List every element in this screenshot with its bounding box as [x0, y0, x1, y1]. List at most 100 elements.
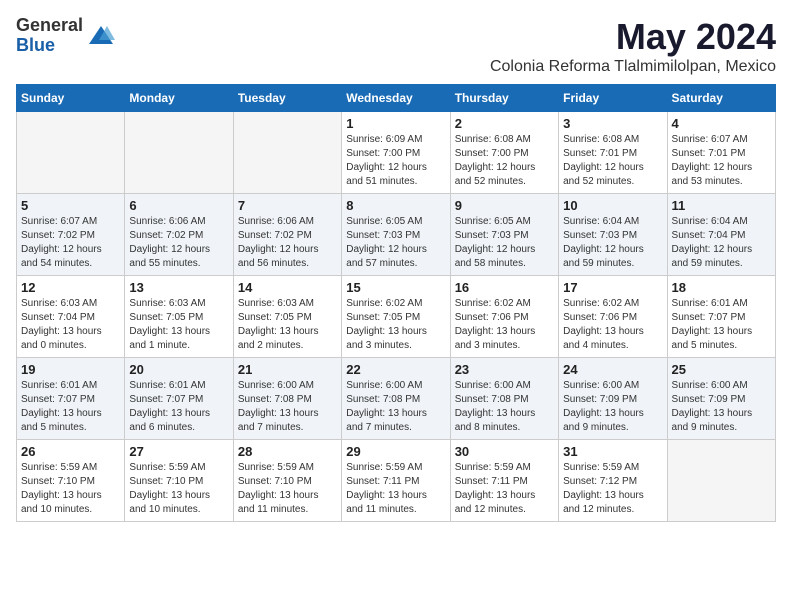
calendar-day-cell: 1Sunrise: 6:09 AM Sunset: 7:00 PM Daylig…: [342, 112, 450, 194]
day-number: 25: [672, 362, 771, 377]
calendar-week-row: 19 Sunrise: 6:01 AM Sunset: 7:07 PM Dayli…: [17, 358, 776, 440]
day-number: 18: [672, 280, 771, 295]
day-number: 14: [238, 280, 337, 295]
calendar-day-cell: 6 Sunrise: 6:06 AM Sunset: 7:02 PM Daylig…: [125, 194, 233, 276]
calendar-week-row: 1Sunrise: 6:09 AM Sunset: 7:00 PM Daylig…: [17, 112, 776, 194]
calendar-day-cell: 28 Sunrise: 5:59 AM Sunset: 7:10 PM Dayli…: [233, 440, 341, 522]
day-number: 23: [455, 362, 554, 377]
day-info: Sunrise: 5:59 AM Sunset: 7:10 PM Dayligh…: [129, 461, 228, 517]
calendar-day-cell: 30 Sunrise: 5:59 AM Sunset: 7:11 PM Dayli…: [450, 440, 558, 522]
calendar-day-cell: 5 Sunrise: 6:07 AM Sunset: 7:02 PM Daylig…: [17, 194, 125, 276]
day-number: 24: [563, 362, 662, 377]
calendar-day-cell: 19 Sunrise: 6:01 AM Sunset: 7:07 PM Dayli…: [17, 358, 125, 440]
day-info: Sunrise: 5:59 AM Sunset: 7:12 PM Dayligh…: [563, 461, 662, 517]
day-number: 9: [455, 198, 554, 213]
day-info: Sunrise: 6:00 AM Sunset: 7:09 PM Dayligh…: [672, 379, 771, 435]
day-number: 12: [21, 280, 120, 295]
day-info: Sunrise: 6:07 AM Sunset: 7:02 PM Dayligh…: [21, 215, 120, 271]
day-number: 19: [21, 362, 120, 377]
day-info: Sunrise: 6:01 AM Sunset: 7:07 PM Dayligh…: [672, 297, 771, 353]
calendar-day-cell: 7 Sunrise: 6:06 AM Sunset: 7:02 PM Daylig…: [233, 194, 341, 276]
title-block: May 2024 Colonia Reforma Tlalmimilolpan,…: [490, 16, 776, 76]
calendar-day-cell: 24 Sunrise: 6:00 AM Sunset: 7:09 PM Dayli…: [559, 358, 667, 440]
calendar-table: SundayMondayTuesdayWednesdayThursdayFrid…: [16, 84, 776, 522]
day-number: 3: [563, 116, 662, 131]
day-of-week-header: Monday: [125, 85, 233, 112]
calendar-day-cell: [125, 112, 233, 194]
day-number: 21: [238, 362, 337, 377]
day-info: Sunrise: 6:00 AM Sunset: 7:08 PM Dayligh…: [346, 379, 445, 435]
logo: General Blue: [16, 16, 115, 56]
day-of-week-header: Wednesday: [342, 85, 450, 112]
day-info: Sunrise: 6:04 AM Sunset: 7:03 PM Dayligh…: [563, 215, 662, 271]
calendar-day-cell: 17Sunrise: 6:02 AM Sunset: 7:06 PM Dayli…: [559, 276, 667, 358]
day-info: Sunrise: 6:08 AM Sunset: 7:00 PM Dayligh…: [455, 133, 554, 189]
day-number: 31: [563, 444, 662, 459]
day-info: Sunrise: 6:03 AM Sunset: 7:05 PM Dayligh…: [129, 297, 228, 353]
calendar-day-cell: 3 Sunrise: 6:08 AM Sunset: 7:01 PM Daylig…: [559, 112, 667, 194]
day-info: Sunrise: 6:06 AM Sunset: 7:02 PM Dayligh…: [129, 215, 228, 271]
calendar-day-cell: 13 Sunrise: 6:03 AM Sunset: 7:05 PM Dayli…: [125, 276, 233, 358]
calendar-day-cell: 10 Sunrise: 6:04 AM Sunset: 7:03 PM Dayli…: [559, 194, 667, 276]
day-of-week-header: Sunday: [17, 85, 125, 112]
day-info: Sunrise: 5:59 AM Sunset: 7:11 PM Dayligh…: [455, 461, 554, 517]
day-info: Sunrise: 6:05 AM Sunset: 7:03 PM Dayligh…: [455, 215, 554, 271]
calendar-day-cell: [17, 112, 125, 194]
day-number: 28: [238, 444, 337, 459]
day-number: 30: [455, 444, 554, 459]
day-info: Sunrise: 6:06 AM Sunset: 7:02 PM Dayligh…: [238, 215, 337, 271]
day-number: 2: [455, 116, 554, 131]
day-number: 26: [21, 444, 120, 459]
day-of-week-header: Thursday: [450, 85, 558, 112]
day-number: 7: [238, 198, 337, 213]
location-subtitle: Colonia Reforma Tlalmimilolpan, Mexico: [490, 58, 776, 76]
calendar-day-cell: 14Sunrise: 6:03 AM Sunset: 7:05 PM Dayli…: [233, 276, 341, 358]
day-info: Sunrise: 6:08 AM Sunset: 7:01 PM Dayligh…: [563, 133, 662, 189]
calendar-day-cell: 15Sunrise: 6:02 AM Sunset: 7:05 PM Dayli…: [342, 276, 450, 358]
month-year-title: May 2024: [490, 16, 776, 58]
day-number: 8: [346, 198, 445, 213]
logo-general-text: General: [16, 16, 83, 36]
day-number: 6: [129, 198, 228, 213]
day-info: Sunrise: 5:59 AM Sunset: 7:11 PM Dayligh…: [346, 461, 445, 517]
day-of-week-header: Friday: [559, 85, 667, 112]
day-info: Sunrise: 5:59 AM Sunset: 7:10 PM Dayligh…: [21, 461, 120, 517]
day-number: 10: [563, 198, 662, 213]
day-number: 16: [455, 280, 554, 295]
calendar-day-cell: 11Sunrise: 6:04 AM Sunset: 7:04 PM Dayli…: [667, 194, 775, 276]
calendar-day-cell: 23 Sunrise: 6:00 AM Sunset: 7:08 PM Dayli…: [450, 358, 558, 440]
day-number: 4: [672, 116, 771, 131]
day-info: Sunrise: 6:03 AM Sunset: 7:04 PM Dayligh…: [21, 297, 120, 353]
calendar-day-cell: [233, 112, 341, 194]
day-info: Sunrise: 6:01 AM Sunset: 7:07 PM Dayligh…: [21, 379, 120, 435]
page-header: General Blue May 2024 Colonia Reforma Tl…: [16, 16, 776, 76]
calendar-day-cell: 25 Sunrise: 6:00 AM Sunset: 7:09 PM Dayli…: [667, 358, 775, 440]
day-number: 22: [346, 362, 445, 377]
calendar-day-cell: 12 Sunrise: 6:03 AM Sunset: 7:04 PM Dayli…: [17, 276, 125, 358]
calendar-day-cell: 26 Sunrise: 5:59 AM Sunset: 7:10 PM Dayli…: [17, 440, 125, 522]
day-info: Sunrise: 6:00 AM Sunset: 7:08 PM Dayligh…: [455, 379, 554, 435]
day-info: Sunrise: 5:59 AM Sunset: 7:10 PM Dayligh…: [238, 461, 337, 517]
calendar-day-cell: 16 Sunrise: 6:02 AM Sunset: 7:06 PM Dayli…: [450, 276, 558, 358]
day-number: 29: [346, 444, 445, 459]
calendar-week-row: 12 Sunrise: 6:03 AM Sunset: 7:04 PM Dayli…: [17, 276, 776, 358]
calendar-day-cell: 22 Sunrise: 6:00 AM Sunset: 7:08 PM Dayli…: [342, 358, 450, 440]
calendar-day-cell: 21 Sunrise: 6:00 AM Sunset: 7:08 PM Dayli…: [233, 358, 341, 440]
day-info: Sunrise: 6:02 AM Sunset: 7:06 PM Dayligh…: [455, 297, 554, 353]
calendar-day-cell: 27 Sunrise: 5:59 AM Sunset: 7:10 PM Dayli…: [125, 440, 233, 522]
day-info: Sunrise: 6:00 AM Sunset: 7:08 PM Dayligh…: [238, 379, 337, 435]
calendar-day-cell: [667, 440, 775, 522]
day-number: 5: [21, 198, 120, 213]
calendar-day-cell: 29 Sunrise: 5:59 AM Sunset: 7:11 PM Dayli…: [342, 440, 450, 522]
day-number: 11: [672, 198, 771, 213]
day-info: Sunrise: 6:01 AM Sunset: 7:07 PM Dayligh…: [129, 379, 228, 435]
calendar-day-cell: 9 Sunrise: 6:05 AM Sunset: 7:03 PM Daylig…: [450, 194, 558, 276]
calendar-day-cell: 18 Sunrise: 6:01 AM Sunset: 7:07 PM Dayli…: [667, 276, 775, 358]
day-number: 27: [129, 444, 228, 459]
calendar-day-cell: 31 Sunrise: 5:59 AM Sunset: 7:12 PM Dayli…: [559, 440, 667, 522]
day-of-week-header: Tuesday: [233, 85, 341, 112]
day-number: 13: [129, 280, 228, 295]
day-info: Sunrise: 6:00 AM Sunset: 7:09 PM Dayligh…: [563, 379, 662, 435]
day-of-week-header: Saturday: [667, 85, 775, 112]
day-number: 20: [129, 362, 228, 377]
